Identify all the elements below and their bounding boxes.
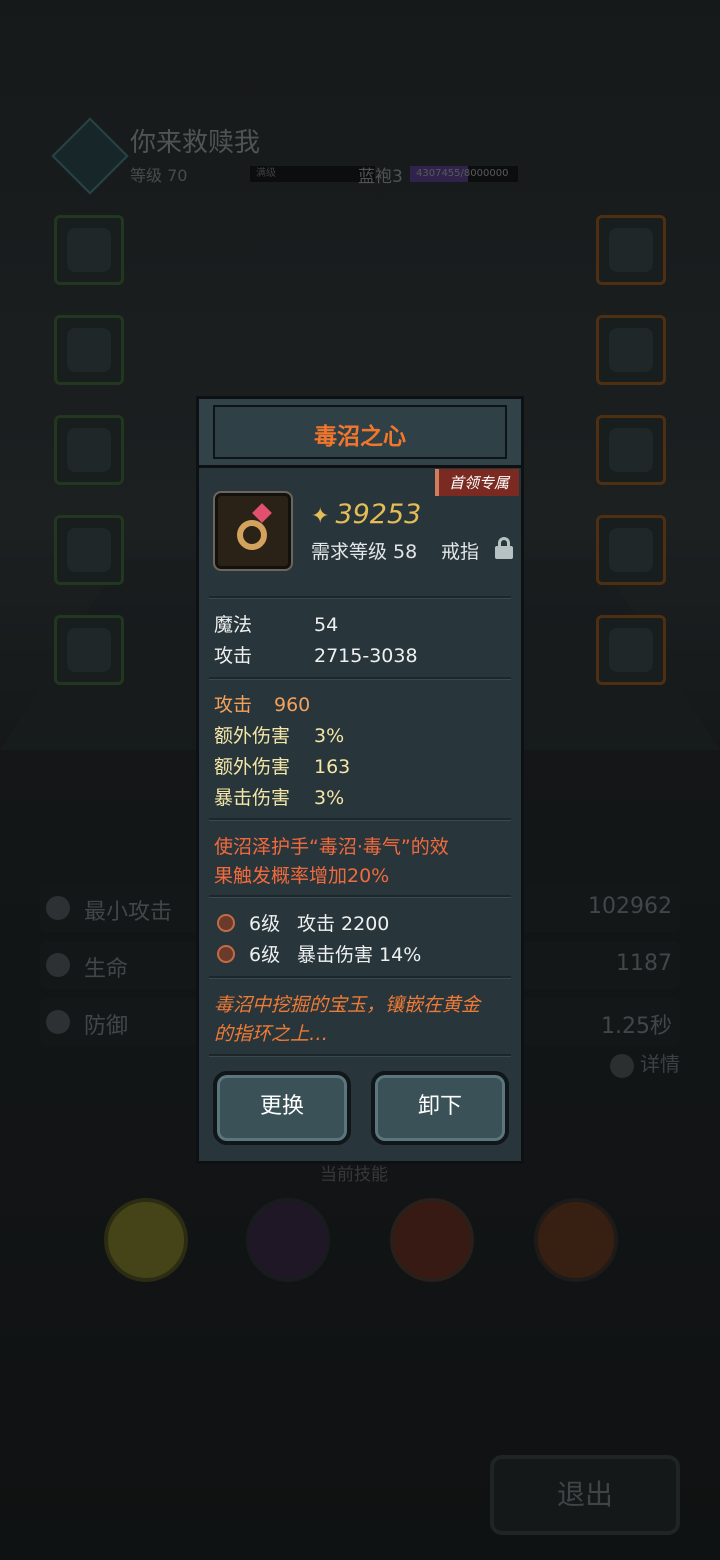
boss-exclusive-tag: 首领专属: [434, 469, 519, 496]
base-stat-row: 魔法 54: [214, 610, 338, 637]
enchant-level: 6级: [249, 913, 281, 935]
ring-icon: [237, 520, 267, 550]
replace-button[interactable]: 更换: [213, 1071, 351, 1145]
item-type: 戒指: [441, 541, 480, 563]
stat-val: 2715-3038: [314, 645, 418, 667]
enchant-level: 6级: [249, 944, 281, 966]
divider: [209, 677, 511, 680]
stat-key: 暴击伤害: [214, 787, 291, 809]
stat-key: 魔法: [214, 614, 253, 636]
bonus-stat-row: 额外伤害 3%: [214, 721, 344, 748]
enchant-text: 暴击伤害 14%: [297, 944, 422, 966]
item-title: 毒沼之心: [314, 424, 406, 450]
item-detail-dialog: 毒沼之心 首领专属 ✦ 39253 需求等级 58 戒指 魔法 54 攻击 2715-…: [196, 396, 524, 1164]
lock-icon[interactable]: [495, 537, 513, 559]
enchant-gem-icon: [217, 945, 235, 963]
money-icon: ✦: [311, 504, 330, 529]
divider: [209, 818, 511, 821]
stat-key: 额外伤害: [214, 756, 291, 778]
bonus-stat-row: 额外伤害 163: [214, 752, 350, 779]
enchant-row: 6级 暴击伤害 14%: [217, 940, 421, 967]
divider: [209, 596, 511, 599]
bonus-stat-row: 攻击 960: [214, 690, 310, 717]
stat-val: 960: [274, 694, 311, 716]
stat-val: 3%: [314, 787, 345, 809]
divider: [209, 976, 511, 979]
base-stat-row: 攻击 2715-3038: [214, 641, 418, 668]
unequip-button[interactable]: 卸下: [371, 1071, 509, 1145]
enchant-row: 6级 攻击 2200: [217, 909, 389, 936]
stat-key: 额外伤害: [214, 725, 291, 747]
stat-key: 攻击: [214, 645, 253, 667]
divider: [209, 1054, 511, 1057]
lore-text-2: 的指环之上…: [214, 1023, 329, 1045]
stat-val: 3%: [314, 725, 345, 747]
stat-key: 攻击: [214, 694, 253, 716]
dialog-header: 毒沼之心: [199, 399, 521, 468]
stat-val: 54: [314, 614, 339, 636]
lore-text-1: 毒沼中挖掘的宝玉，镶嵌在黄金: [214, 994, 481, 1016]
stat-val: 163: [314, 756, 351, 778]
item-icon-frame: [213, 491, 293, 571]
enchant-text: 攻击 2200: [297, 913, 390, 935]
effect-text-2: 果触发概率增加20%: [214, 865, 390, 887]
item-price: ✦ 39253: [311, 499, 421, 530]
bonus-stat-row: 暴击伤害 3%: [214, 783, 344, 810]
effect-text-1: 使沼泽护手“毒沼·毒气”的效: [214, 836, 449, 858]
divider: [209, 895, 511, 898]
required-level: 需求等级 58: [311, 541, 418, 563]
price-value: 39253: [335, 499, 422, 530]
enchant-gem-icon: [217, 914, 235, 932]
